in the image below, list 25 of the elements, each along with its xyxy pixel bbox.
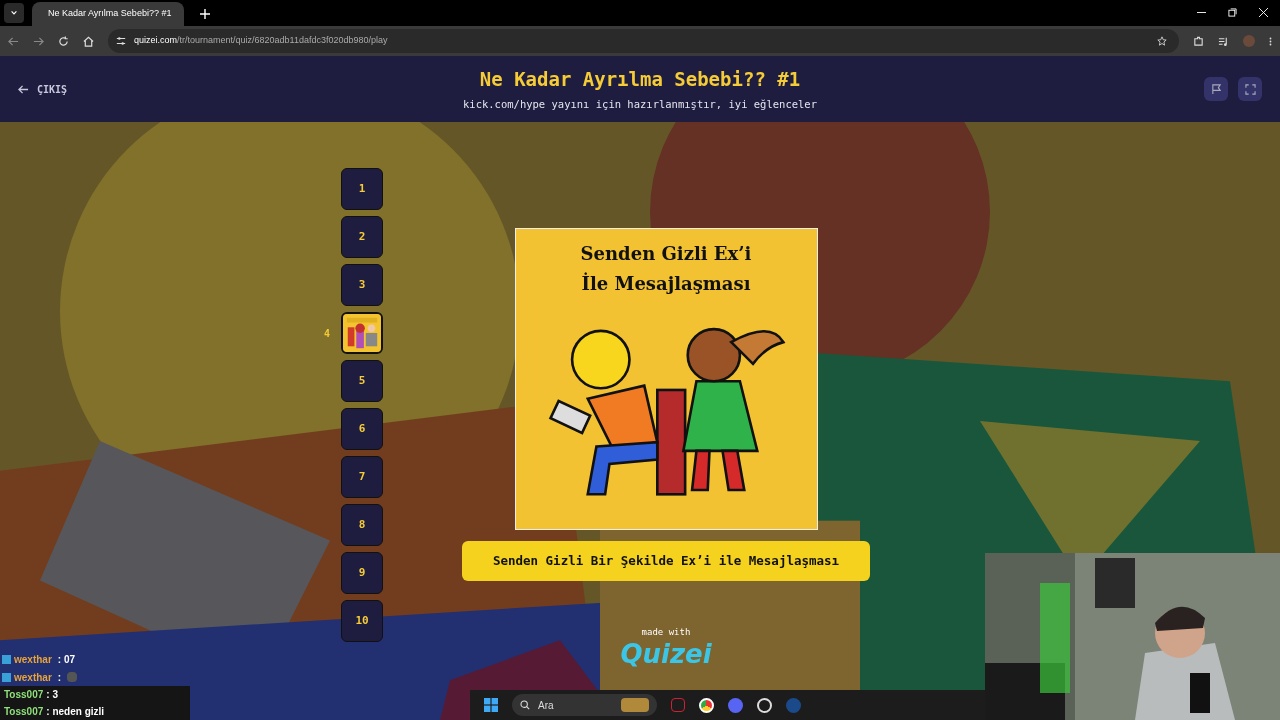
- fullscreen-icon: [1244, 83, 1256, 95]
- star-icon[interactable]: [1157, 36, 1167, 46]
- forward-icon[interactable]: [33, 35, 44, 47]
- reload-icon[interactable]: [58, 35, 69, 47]
- restore-icon[interactable]: [1228, 8, 1237, 17]
- tab-list-icon[interactable]: [4, 3, 24, 23]
- url-text: quizei.com/tr/tournament/quiz/6820adb11dafdc3f020db980/play: [134, 34, 389, 48]
- close-icon[interactable]: [1259, 8, 1268, 17]
- tab-title: Ne Kadar Ayrılma Sebebi?? #1: [48, 7, 172, 21]
- media-icon[interactable]: [1218, 35, 1229, 47]
- address-bar[interactable]: quizei.com/tr/tournament/quiz/6820adb11dafdc3f020db980/play: [108, 29, 1179, 53]
- page-subtitle: kick.com/hype yayını için hazırlanmıştır, iyi eğlenceler: [463, 97, 817, 113]
- page-title: Ne Kadar Ayrılma Sebebi?? #1: [479, 66, 801, 92]
- flag-button[interactable]: [1204, 77, 1228, 101]
- new-tab-icon[interactable]: [200, 9, 210, 19]
- flag-icon: [1210, 83, 1222, 95]
- site-settings-icon[interactable]: [116, 36, 126, 46]
- back-icon[interactable]: [8, 35, 19, 47]
- menu-icon[interactable]: [1269, 35, 1272, 47]
- extensions-icon[interactable]: [1193, 35, 1204, 47]
- browser-tab[interactable]: Ne Kadar Ayrılma Sebebi?? #1: [32, 2, 184, 26]
- exit-button[interactable]: ÇIKIŞ: [18, 81, 138, 97]
- fullscreen-button[interactable]: [1238, 77, 1262, 101]
- home-icon[interactable]: [83, 35, 94, 47]
- back-arrow-icon: [18, 83, 29, 95]
